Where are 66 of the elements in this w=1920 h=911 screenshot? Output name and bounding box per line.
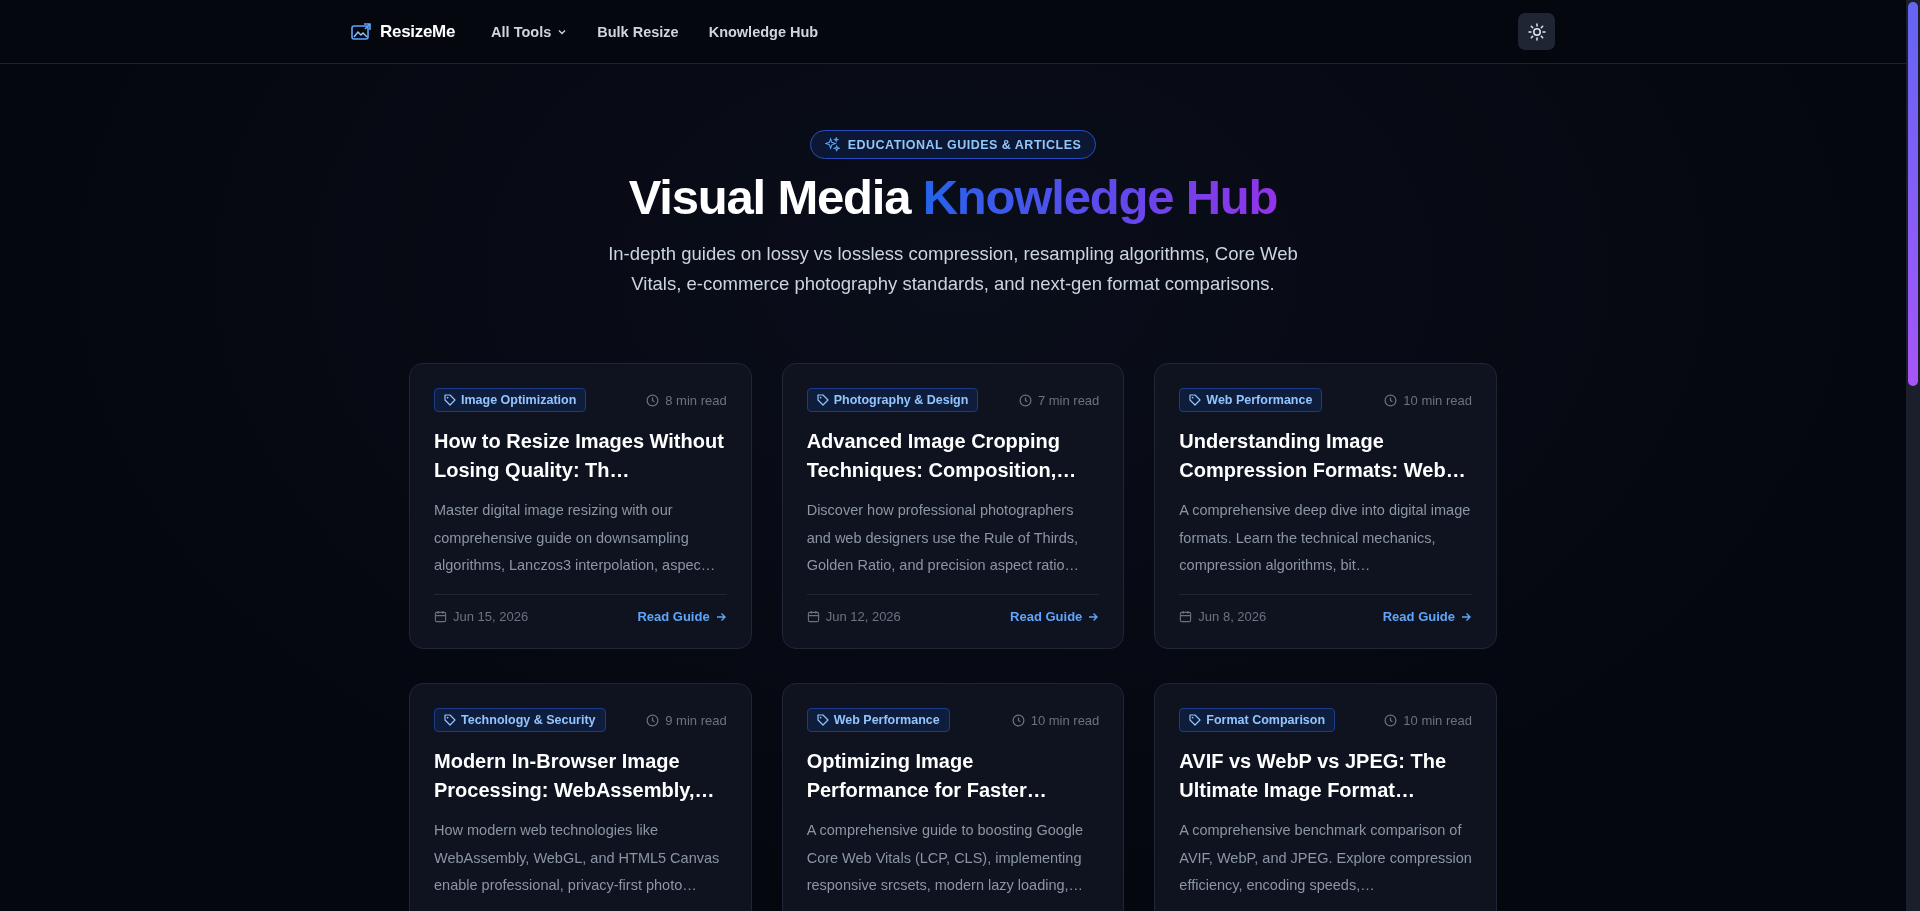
read-time: 9 min read <box>665 712 727 728</box>
read-time: 10 min read <box>1403 392 1472 408</box>
arrow-right-icon <box>1460 610 1472 623</box>
article-excerpt: How modern web technologies like WebAssembly, WebGL, and HTML5 Canvas enable professional, privacy-first photo… <box>434 821 721 895</box>
calendar-icon <box>1179 610 1193 623</box>
calendar-icon <box>434 610 447 623</box>
clock-icon <box>646 713 660 727</box>
category-tag: Photography & Design <box>806 388 979 412</box>
scrollbar[interactable] <box>1906 0 1920 911</box>
publish-date: Jun 8, 2026 <box>1198 609 1267 624</box>
arrow-right-icon <box>714 610 727 623</box>
tag-icon <box>444 394 456 406</box>
publish-date: Jun 12, 2026 <box>825 609 901 624</box>
article-card[interactable]: Technology & Security 9 min read Modern In-Browser Image Processing: WebAssembly,… How modern web technologies like WebAssembly, WebGL, and HTML5 Canvas enable professional, privacy-first photo… <box>409 683 752 911</box>
publish-date: Jun 15, 2026 <box>453 609 529 624</box>
article-card[interactable]: Format Comparison 10 min read AVIF vs WebP vs JPEG: The Ultimate Image Format… A comprehensive benchmark comparison of AVIF, WebP, and JPEG. Explore compression efficiency, encoding speeds,… <box>1154 683 1497 911</box>
image-logo-icon <box>351 22 371 41</box>
scrollbar-thumb[interactable] <box>1908 2 1918 386</box>
calendar-icon <box>806 610 820 623</box>
article-card[interactable]: Web Performance 10 min read Optimizing Image Performance for Faster… A comprehensive guide to boosting Google Core Web Vitals (LCP, CLS), implementing responsive srcsets, modern lazy loading,… <box>781 683 1125 911</box>
category-tag: Web Performance <box>806 708 950 732</box>
nav-link[interactable]: Bulk Resize <box>597 23 679 40</box>
article-excerpt: Master digital image resizing with our comprehensive guide on downsampling algorithms, Lanczos3 interpolation, aspec… <box>434 501 717 575</box>
theme-toggle-button[interactable] <box>1518 13 1555 50</box>
category-tag: Image Optimization <box>434 388 587 412</box>
read-guide-link[interactable]: Read Guide <box>1382 609 1472 624</box>
category-tag: Format Comparison <box>1179 708 1336 732</box>
tag-icon <box>1189 394 1202 406</box>
article-excerpt: Discover how professional photographers and web designers use the Rule of Thirds, Golden Ratio, and precision aspect ratio… <box>806 501 1081 575</box>
tag-icon <box>1189 714 1202 726</box>
article-excerpt: A comprehensive benchmark comparison of AVIF, WebP, and JPEG. Explore compression efficiency, encoding speeds,… <box>1179 821 1472 895</box>
read-guide-link[interactable]: Read Guide <box>1010 609 1100 624</box>
article-card[interactable] <box>1154 363 1497 649</box>
arrow-right-icon <box>1087 610 1100 623</box>
sun-icon <box>1527 22 1546 41</box>
article-title: How to Resize Images Without Losing Quality: Th… <box>434 429 725 483</box>
article-excerpt: A comprehensive deep dive into digital image formats. Learn the technical mechanics, compression algorithms, bit… <box>1179 501 1472 575</box>
article-title: Modern In-Browser Image Processing: WebAssembly,… <box>434 749 716 803</box>
article-title: Advanced Image Cropping Techniques: Composition,… <box>806 429 1078 483</box>
read-time: 7 min read <box>1037 392 1100 408</box>
article-card[interactable] <box>781 363 1125 649</box>
tag-icon <box>816 714 829 726</box>
tag-icon <box>816 394 829 406</box>
nav-link[interactable]: Knowledge Hub <box>708 23 819 40</box>
clock-icon <box>1384 393 1398 407</box>
category-tag: Web Performance <box>1179 388 1323 412</box>
article-title: AVIF vs WebP vs JPEG: The Ultimate Image Format… <box>1179 749 1448 803</box>
nav-link[interactable]: All Tools <box>491 23 568 40</box>
read-time: 8 min read <box>665 392 727 408</box>
sparkles-icon <box>824 137 840 152</box>
clock-icon <box>1384 713 1398 727</box>
read-guide-link[interactable]: Read Guide <box>637 609 727 624</box>
read-time: 10 min read <box>1403 712 1472 728</box>
category-tag: Technology & Security <box>434 708 606 732</box>
page-subtitle: In-depth guides on lossy vs lossless compression, resampling algorithms, Core Web Vitals, e-commerce photography standards, and next-gen format comparisons. <box>607 242 1299 296</box>
read-time: 10 min read <box>1030 712 1100 728</box>
article-title: Understanding Image Compression Formats: Web… <box>1179 429 1467 483</box>
article-excerpt: A comprehensive guide to boosting Google Core Web Vitals (LCP, CLS), implementing responsive srcsets, modern lazy loading,… <box>806 821 1085 895</box>
article-title: Optimizing Image Performance for Faster… <box>806 749 1048 803</box>
article-card[interactable] <box>409 363 752 649</box>
tag-icon <box>444 714 456 726</box>
clock-icon <box>1018 393 1032 407</box>
section-badge: EDUCATIONAL GUIDES & ARTICLES <box>809 130 1097 159</box>
clock-icon <box>646 393 660 407</box>
brand-logo-link[interactable]: ResizeMe <box>351 21 456 42</box>
clock-icon <box>1011 713 1025 727</box>
